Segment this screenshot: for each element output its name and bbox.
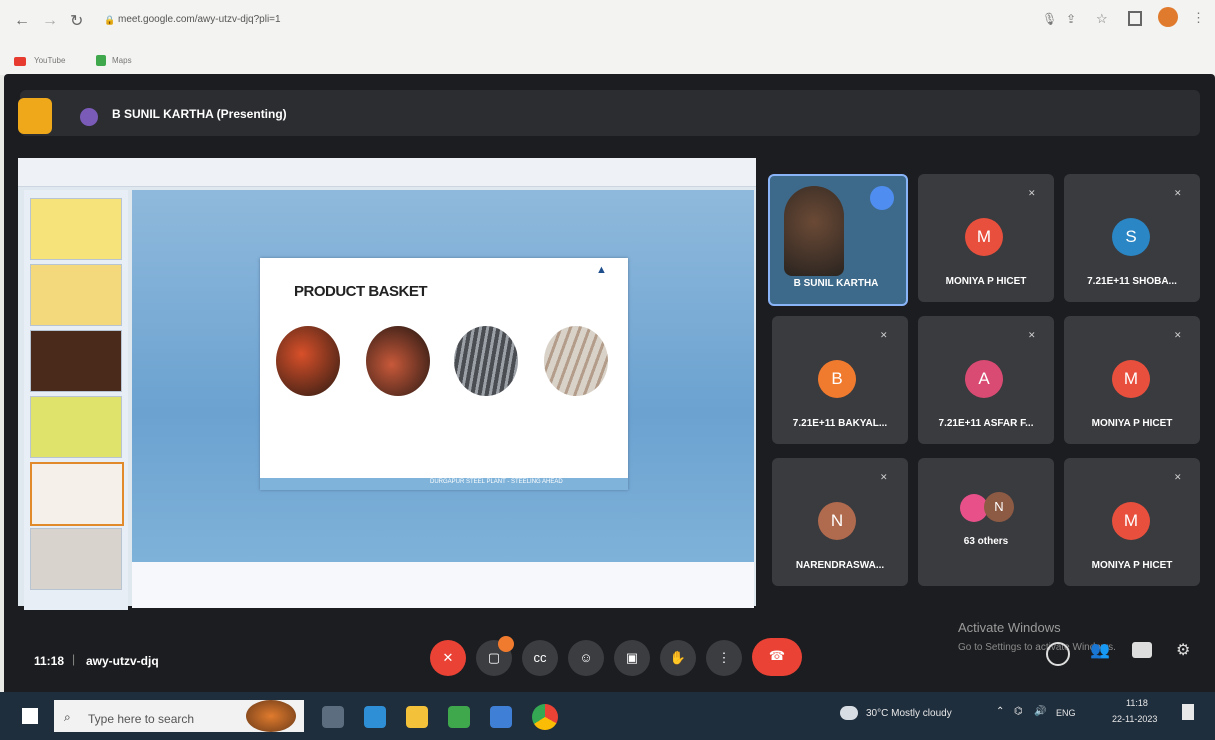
- participant-avatar: N: [818, 502, 856, 540]
- browser-chrome: [0, 0, 1215, 75]
- lock-icon: 🔒: [104, 15, 116, 25]
- bookmark-maps[interactable]: Maps: [112, 56, 132, 65]
- mic-icon[interactable]: 🎙: [1042, 12, 1057, 26]
- edge-icon[interactable]: [364, 706, 386, 728]
- mic-off-icon: ✕: [880, 330, 888, 340]
- participant-name: 7.21E+11 ASFAR F...: [938, 418, 1034, 429]
- store-icon[interactable]: [448, 706, 470, 728]
- notes-pane: [132, 562, 754, 608]
- participant-avatar: M: [1112, 360, 1150, 398]
- activate-windows-title: Activate Windows: [958, 620, 1061, 635]
- participant-name: MONIYA P HICET: [1091, 560, 1173, 571]
- chat-icon[interactable]: [1132, 642, 1152, 658]
- product-image: [454, 326, 518, 396]
- bookmark-youtube[interactable]: YouTube: [34, 56, 65, 65]
- product-image: [366, 326, 430, 396]
- windows-start-icon[interactable]: [22, 708, 38, 724]
- participant-name: NARENDRASWA...: [795, 560, 885, 571]
- participant-name: MONIYA P HICET: [945, 276, 1027, 287]
- others-avatar: N: [984, 492, 1014, 522]
- maps-icon: [96, 55, 106, 66]
- slide-thumb: [30, 396, 122, 458]
- mic-off-icon: ✕: [1028, 188, 1036, 198]
- leave-call-button[interactable]: ☎: [752, 638, 802, 676]
- search-icon: ⌕: [64, 710, 71, 724]
- present-screen-icon[interactable]: [18, 98, 52, 134]
- presentation-ribbon: [18, 158, 756, 187]
- task-view-icon[interactable]: [322, 706, 344, 728]
- others-tile[interactable]: [918, 458, 1054, 586]
- menu-icon[interactable]: ⋮: [1192, 10, 1205, 26]
- slide-thumb: [30, 330, 122, 392]
- participant-avatar: S: [1112, 218, 1150, 256]
- captions-button[interactable]: cc: [522, 640, 558, 676]
- participant-avatar: M: [1112, 502, 1150, 540]
- mic-off-icon: ✕: [1028, 330, 1036, 340]
- speaking-icon: [870, 186, 894, 210]
- present-button[interactable]: ▣: [614, 640, 650, 676]
- mail-icon[interactable]: [490, 706, 512, 728]
- mic-off-icon: ✕: [1174, 472, 1182, 482]
- slide-thumb-selected: [30, 462, 124, 526]
- slide-thumb: [30, 198, 122, 260]
- sidepanel-icon[interactable]: [1128, 11, 1142, 26]
- file-explorer-icon[interactable]: [406, 706, 428, 728]
- clock-time[interactable]: 11:18: [1126, 698, 1148, 708]
- company-logo: ▲: [596, 264, 607, 276]
- profile-avatar[interactable]: [1158, 7, 1178, 27]
- star-icon[interactable]: ☆: [1096, 11, 1108, 27]
- notification-icon[interactable]: [1182, 704, 1194, 720]
- mic-toggle-button[interactable]: ✕: [430, 640, 466, 676]
- slide-footer-text: DURGAPUR STEEL PLANT - STEELING AHEAD: [430, 479, 563, 485]
- participant-avatar: A: [965, 360, 1003, 398]
- search-highlight-image: [246, 700, 296, 732]
- slide-thumbnails: [24, 190, 128, 610]
- forward-icon[interactable]: →: [42, 12, 58, 30]
- presenter-avatar: [80, 108, 98, 126]
- divider: |: [72, 652, 76, 666]
- meeting-code: awy-utzv-djq: [86, 654, 159, 668]
- mic-off-icon: ✕: [1174, 330, 1182, 340]
- tray-chevron-icon[interactable]: ⌃: [996, 706, 1004, 717]
- youtube-icon: [14, 57, 26, 66]
- presenter-label: B SUNIL KARTHA (Presenting): [112, 107, 287, 121]
- more-options-button[interactable]: ⋮: [706, 640, 742, 676]
- mic-off-icon: ✕: [880, 472, 888, 482]
- search-placeholder: Type here to search: [88, 712, 195, 726]
- address-bar[interactable]: meet.google.com/awy-utzv-djq?pli=1: [118, 14, 281, 25]
- network-icon[interactable]: ⌬: [1014, 706, 1023, 717]
- slide-title: PRODUCT BASKET: [294, 283, 428, 300]
- back-icon[interactable]: ←: [14, 12, 30, 30]
- product-image: [544, 326, 608, 396]
- meeting-time: 11:18: [34, 654, 65, 668]
- emoji-button[interactable]: ☺: [568, 640, 604, 676]
- slide-thumb: [30, 528, 122, 590]
- camera-warning-badge: [498, 636, 514, 652]
- activities-icon[interactable]: ⚙: [1176, 640, 1190, 660]
- reload-icon[interactable]: ↻: [70, 11, 83, 31]
- presenter-video: [784, 186, 844, 276]
- participant-name: 7.21E+11 SHOBA...: [1087, 276, 1177, 287]
- participant-avatar: M: [965, 218, 1003, 256]
- info-icon[interactable]: [1046, 642, 1070, 666]
- language-indicator[interactable]: ENG: [1056, 708, 1076, 718]
- clock-date[interactable]: 22-11-2023: [1112, 714, 1157, 724]
- participant-name: 7.21E+11 BAKYAL...: [792, 418, 888, 429]
- chrome-icon[interactable]: [532, 704, 558, 730]
- product-image: [276, 326, 340, 396]
- people-icon[interactable]: 👥: [1090, 640, 1110, 660]
- mic-off-icon: ✕: [1174, 188, 1182, 198]
- weather-icon: [840, 706, 858, 720]
- participant-avatar: B: [818, 360, 856, 398]
- weather-text[interactable]: 30°C Mostly cloudy: [866, 708, 952, 719]
- participant-name: MONIYA P HICET: [1091, 418, 1173, 429]
- volume-icon[interactable]: 🔊: [1034, 706, 1046, 717]
- raise-hand-button[interactable]: ✋: [660, 640, 696, 676]
- slide-thumb: [30, 264, 122, 326]
- others-label: 63 others: [963, 536, 1009, 547]
- share-icon[interactable]: ⇪: [1066, 12, 1076, 26]
- participant-name: B SUNIL KARTHA: [793, 278, 879, 289]
